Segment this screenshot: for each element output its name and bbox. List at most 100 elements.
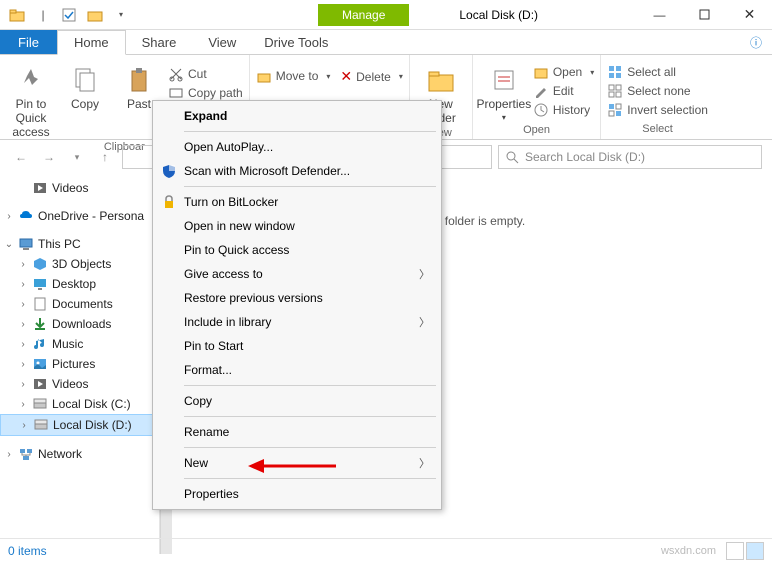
downloads-icon: [32, 316, 48, 332]
delete-button[interactable]: ✕Delete▾: [340, 67, 402, 86]
context-menu: Expand Open AutoPlay... Scan with Micros…: [152, 100, 442, 510]
pc-icon: [18, 236, 34, 252]
ctx-expand[interactable]: Expand: [156, 104, 438, 128]
copy-button[interactable]: Copy: [60, 61, 110, 111]
properties-button[interactable]: Properties ▾: [479, 61, 529, 122]
sidebar-item-videos2[interactable]: ›Videos: [0, 374, 159, 394]
open-group-label: Open: [479, 122, 594, 138]
pin-to-quick-access-button[interactable]: Pin to Quick access: [6, 61, 56, 139]
history-button[interactable]: History: [533, 101, 594, 119]
sidebar-item-videos[interactable]: Videos: [0, 178, 159, 198]
qat-divider: |: [32, 4, 54, 26]
ctx-rename[interactable]: Rename: [156, 420, 438, 444]
sidebar-item-downloads[interactable]: ›Downloads: [0, 314, 159, 334]
invert-icon: [607, 102, 623, 118]
cut-button[interactable]: Cut: [168, 65, 243, 83]
sidebar-item-3d-objects[interactable]: ›3D Objects: [0, 254, 159, 274]
ctx-new-window[interactable]: Open in new window: [156, 214, 438, 238]
move-to-button[interactable]: Move to▾: [256, 67, 331, 85]
ctx-defender[interactable]: Scan with Microsoft Defender...: [156, 159, 438, 183]
sidebar-item-local-d[interactable]: ›Local Disk (D:): [0, 414, 159, 436]
cloud-icon: [18, 208, 34, 224]
ctx-give-access[interactable]: Give access to〉: [156, 262, 438, 286]
details-view-button[interactable]: [726, 542, 744, 560]
navigation-pane[interactable]: Videos ›OneDrive - Persona ⌄This PC ›3D …: [0, 174, 160, 554]
pictures-icon: [32, 356, 48, 372]
close-button[interactable]: ✕: [727, 0, 772, 30]
ctx-include-library[interactable]: Include in library〉: [156, 310, 438, 334]
sidebar-item-network[interactable]: ›Network: [0, 444, 159, 464]
qat-check[interactable]: [58, 4, 80, 26]
documents-icon: [32, 296, 48, 312]
select-none-button[interactable]: Select none: [607, 82, 708, 100]
drive-tools-tab[interactable]: Drive Tools: [252, 30, 340, 54]
select-group-label: Select: [607, 121, 708, 137]
ctx-bitlocker[interactable]: Turn on BitLocker: [156, 190, 438, 214]
properties-icon: [489, 65, 519, 95]
copy-label: Copy: [71, 97, 99, 111]
delete-icon: ✕: [340, 68, 352, 85]
recent-dropdown[interactable]: ▾: [66, 146, 88, 168]
large-icons-view-button[interactable]: [746, 542, 764, 560]
videos-icon: [32, 376, 48, 392]
videos-icon: [32, 180, 48, 196]
cut-icon: [168, 66, 184, 82]
select-none-icon: [607, 83, 623, 99]
ctx-pin-quick[interactable]: Pin to Quick access: [156, 238, 438, 262]
ctx-format[interactable]: Format...: [156, 358, 438, 382]
search-box[interactable]: Search Local Disk (D:): [498, 145, 762, 169]
search-placeholder: Search Local Disk (D:): [525, 150, 645, 164]
open-icon: [533, 64, 549, 80]
help-button[interactable]: ⓘ: [740, 30, 772, 54]
copy-path-icon: [168, 85, 184, 101]
sidebar-item-onedrive[interactable]: ›OneDrive - Persona: [0, 206, 159, 226]
sidebar-item-this-pc[interactable]: ⌄This PC: [0, 234, 159, 254]
up-button[interactable]: ↑: [94, 146, 116, 168]
explorer-icon[interactable]: [6, 4, 28, 26]
submenu-icon: 〉: [419, 266, 430, 282]
invert-selection-button[interactable]: Invert selection: [607, 101, 708, 119]
sidebar-item-desktop[interactable]: ›Desktop: [0, 274, 159, 294]
ctx-autoplay[interactable]: Open AutoPlay...: [156, 135, 438, 159]
shield-icon: [160, 162, 178, 180]
share-tab[interactable]: Share: [126, 30, 193, 54]
forward-button[interactable]: →: [38, 146, 60, 168]
desktop-icon: [32, 276, 48, 292]
ctx-properties[interactable]: Properties: [156, 482, 438, 506]
sidebar-item-local-c[interactable]: ›Local Disk (C:): [0, 394, 159, 414]
open-button[interactable]: Open▾: [533, 63, 594, 81]
file-tab[interactable]: File: [0, 30, 57, 54]
sidebar-item-music[interactable]: ›Music: [0, 334, 159, 354]
sidebar-item-documents[interactable]: ›Documents: [0, 294, 159, 314]
qat-overflow[interactable]: ▾: [110, 4, 132, 26]
ctx-pin-start[interactable]: Pin to Start: [156, 334, 438, 358]
view-tab[interactable]: View: [192, 30, 252, 54]
minimize-button[interactable]: —: [637, 0, 682, 30]
pin-icon: [16, 65, 46, 95]
select-all-button[interactable]: Select all: [607, 63, 708, 81]
lock-icon: [160, 193, 178, 211]
ctx-copy[interactable]: Copy: [156, 389, 438, 413]
home-tab[interactable]: Home: [57, 30, 126, 55]
submenu-icon: 〉: [419, 455, 430, 471]
drive-icon: [32, 396, 48, 412]
edit-button[interactable]: Edit: [533, 82, 594, 100]
network-icon: [18, 446, 34, 462]
back-button[interactable]: ←: [10, 146, 32, 168]
submenu-icon: 〉: [419, 314, 430, 330]
ctx-restore[interactable]: Restore previous versions: [156, 286, 438, 310]
pin-label: Pin to Quick access: [6, 97, 56, 139]
manage-contextual-tab[interactable]: Manage: [318, 4, 409, 26]
qat-folder[interactable]: [84, 4, 106, 26]
edit-icon: [533, 83, 549, 99]
maximize-button[interactable]: [682, 0, 727, 30]
select-all-icon: [607, 64, 623, 80]
status-item-count: 0 items: [8, 544, 47, 558]
drive-icon: [33, 417, 49, 433]
history-icon: [533, 102, 549, 118]
paste-label: Past: [127, 97, 151, 111]
sidebar-item-pictures[interactable]: ›Pictures: [0, 354, 159, 374]
music-icon: [32, 336, 48, 352]
move-to-icon: [256, 68, 272, 84]
watermark: wsxdn.com: [661, 545, 716, 557]
